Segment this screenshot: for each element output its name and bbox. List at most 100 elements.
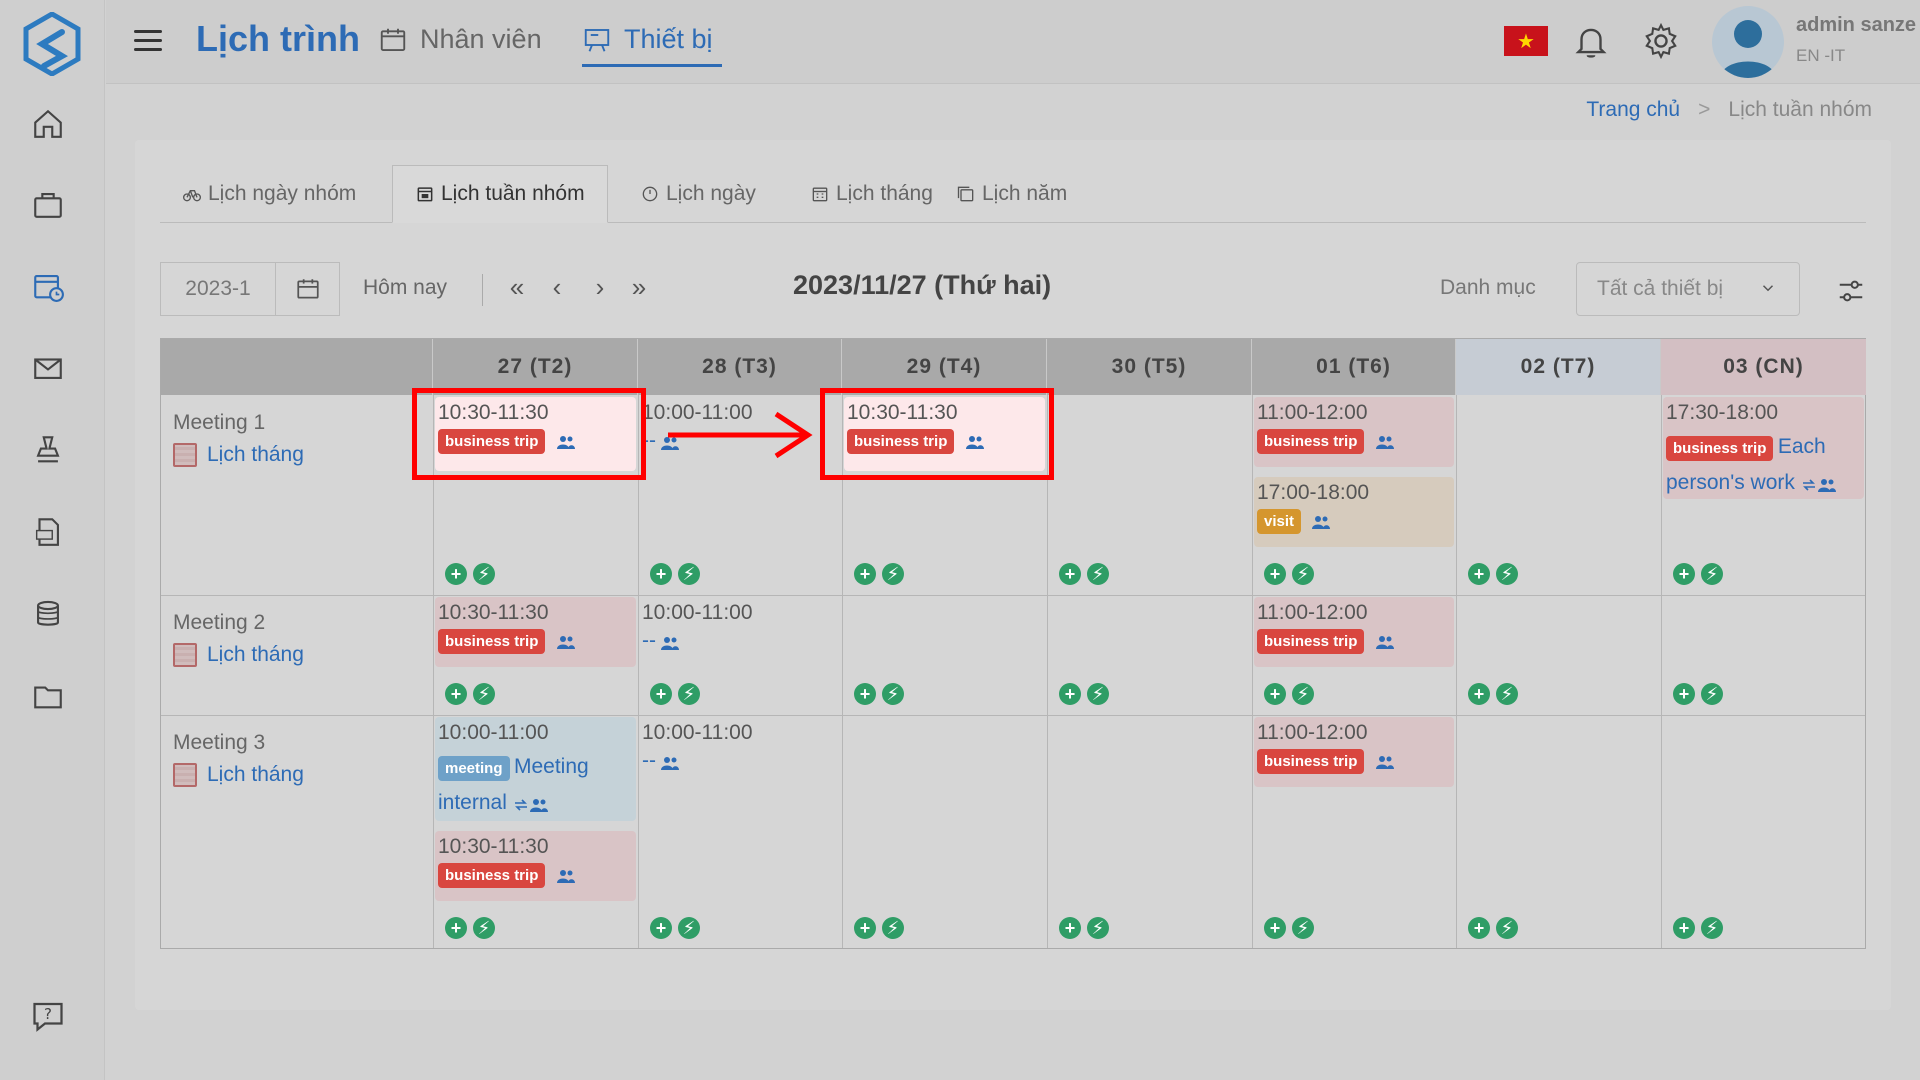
quick-add-icon[interactable]: ⚡ [1496,917,1518,939]
quick-add-icon[interactable]: ⚡ [1087,917,1109,939]
add-event-icon[interactable]: + [854,683,876,705]
add-event-icon[interactable]: + [650,683,672,705]
gear-icon[interactable] [1642,22,1680,60]
event-card[interactable]: 11:00-12:00 business trip [1254,397,1454,467]
quick-add-icon[interactable]: ⚡ [882,683,904,705]
today-button[interactable]: Hôm nay [363,276,447,300]
quick-add-icon[interactable]: ⚡ [1701,917,1723,939]
event-card[interactable]: 10:00-11:00 -- [640,717,840,787]
mail-icon[interactable] [28,348,68,388]
quick-add-icon[interactable]: ⚡ [678,563,700,585]
quick-add-icon[interactable]: ⚡ [1701,563,1723,585]
cell-actions: + ⚡ [650,683,700,705]
add-event-icon[interactable]: + [445,917,467,939]
event-card[interactable]: 17:30-18:00 business trip Each person's … [1663,397,1864,499]
add-event-icon[interactable]: + [854,917,876,939]
add-event-icon[interactable]: + [445,683,467,705]
room-month-link[interactable]: Lịch tháng [173,763,304,787]
quick-add-icon[interactable]: ⚡ [1701,683,1723,705]
folder-icon[interactable] [28,676,68,716]
add-event-icon[interactable]: + [1673,683,1695,705]
category-select[interactable]: Tất cả thiết bị [1576,262,1800,316]
calendar-clock-icon[interactable] [28,266,68,306]
add-event-icon[interactable]: + [650,917,672,939]
date-picker[interactable]: 2023-1 [160,262,340,316]
add-event-icon[interactable]: + [1468,917,1490,939]
quick-add-icon[interactable]: ⚡ [1292,563,1314,585]
last-week-button[interactable]: » [624,272,654,303]
vietnam-flag-icon[interactable]: ★ [1504,26,1548,56]
tab-year-label: Lịch năm [982,182,1068,205]
add-event-icon[interactable]: + [1673,563,1695,585]
first-week-button[interactable]: « [502,272,532,303]
tab-group-week[interactable]: Lịch tuần nhóm [392,165,608,223]
event-card[interactable]: 17:00-18:00 visit [1254,477,1454,547]
category-value: Tất cả thiết bị [1597,277,1724,300]
bell-icon[interactable] [1572,22,1610,60]
repeat-group-icon [515,798,549,812]
calendar-icon[interactable] [276,263,339,315]
user-name[interactable]: admin sanze [1796,14,1916,37]
quick-add-icon[interactable]: ⚡ [1292,917,1314,939]
room-month-link[interactable]: Lịch tháng [173,443,304,467]
quick-add-icon[interactable]: ⚡ [473,917,495,939]
event-card[interactable]: 10:00-11:00 meeting Meeting internal [435,717,636,821]
event-time: 11:00-12:00 [1257,721,1368,744]
event-card[interactable]: 10:30-11:30 business trip [435,831,636,901]
cell-actions: + ⚡ [445,917,495,939]
add-event-icon[interactable]: + [650,563,672,585]
help-icon[interactable]: ? [30,998,66,1034]
add-event-icon[interactable]: + [1264,683,1286,705]
quick-add-icon[interactable]: ⚡ [473,683,495,705]
add-event-icon[interactable]: + [854,563,876,585]
header-tab-device[interactable]: Thiết bị [582,24,713,55]
quick-add-icon[interactable]: ⚡ [1496,683,1518,705]
add-event-icon[interactable]: + [1264,917,1286,939]
pdf-file-icon[interactable] [28,512,68,552]
event-card[interactable]: 11:00-12:00 business trip [1254,597,1454,667]
tab-month[interactable]: Lịch tháng [788,165,955,223]
repeat-group-icon [1803,478,1837,492]
stamp-icon[interactable] [28,430,68,470]
quick-add-icon[interactable]: ⚡ [678,917,700,939]
date-input[interactable]: 2023-1 [161,263,276,315]
quick-add-icon[interactable]: ⚡ [473,563,495,585]
add-event-icon[interactable]: + [1673,917,1695,939]
coins-icon[interactable] [28,594,68,634]
add-event-icon[interactable]: + [1059,683,1081,705]
quick-add-icon[interactable]: ⚡ [1087,683,1109,705]
add-event-icon[interactable]: + [445,563,467,585]
menu-toggle-icon[interactable] [134,30,162,54]
event-card[interactable]: 10:30-11:30 business trip [435,597,636,667]
briefcase-icon[interactable] [28,184,68,224]
quick-add-icon[interactable]: ⚡ [882,917,904,939]
tab-group-day[interactable]: Lịch ngày nhóm [160,165,378,223]
breadcrumb-home[interactable]: Trang chủ [1586,98,1680,122]
event-card[interactable]: 11:00-12:00 business trip [1254,717,1454,787]
view-tabs: Lịch ngày nhóm Lịch tuần nhóm Lịch ngày … [160,165,1866,223]
add-event-icon[interactable]: + [1059,563,1081,585]
quick-add-icon[interactable]: ⚡ [1292,683,1314,705]
add-event-icon[interactable]: + [1468,683,1490,705]
next-week-button[interactable]: › [585,272,615,303]
prev-week-button[interactable]: ‹ [542,272,572,303]
tab-day[interactable]: Lịch ngày [618,165,778,223]
add-event-icon[interactable]: + [1468,563,1490,585]
event-card[interactable]: 10:00-11:00 -- [640,597,840,667]
add-event-icon[interactable]: + [1264,563,1286,585]
add-event-icon[interactable]: + [1059,917,1081,939]
header-tab-staff[interactable]: Nhân viên [378,24,542,55]
app-logo[interactable] [22,12,82,76]
quick-add-icon[interactable]: ⚡ [882,563,904,585]
quick-add-icon[interactable]: ⚡ [678,683,700,705]
grid-line [1252,395,1253,948]
quick-add-icon[interactable]: ⚡ [1496,563,1518,585]
app-title[interactable]: Lịch trình [196,18,360,60]
room-month-link[interactable]: Lịch tháng [173,643,304,667]
tab-year[interactable]: Lịch năm [934,165,1089,223]
quick-add-icon[interactable]: ⚡ [1087,563,1109,585]
filter-sliders-icon[interactable] [1836,276,1866,306]
home-icon[interactable] [28,104,68,144]
avatar[interactable] [1712,6,1784,78]
sidebar: ? [0,0,105,1080]
